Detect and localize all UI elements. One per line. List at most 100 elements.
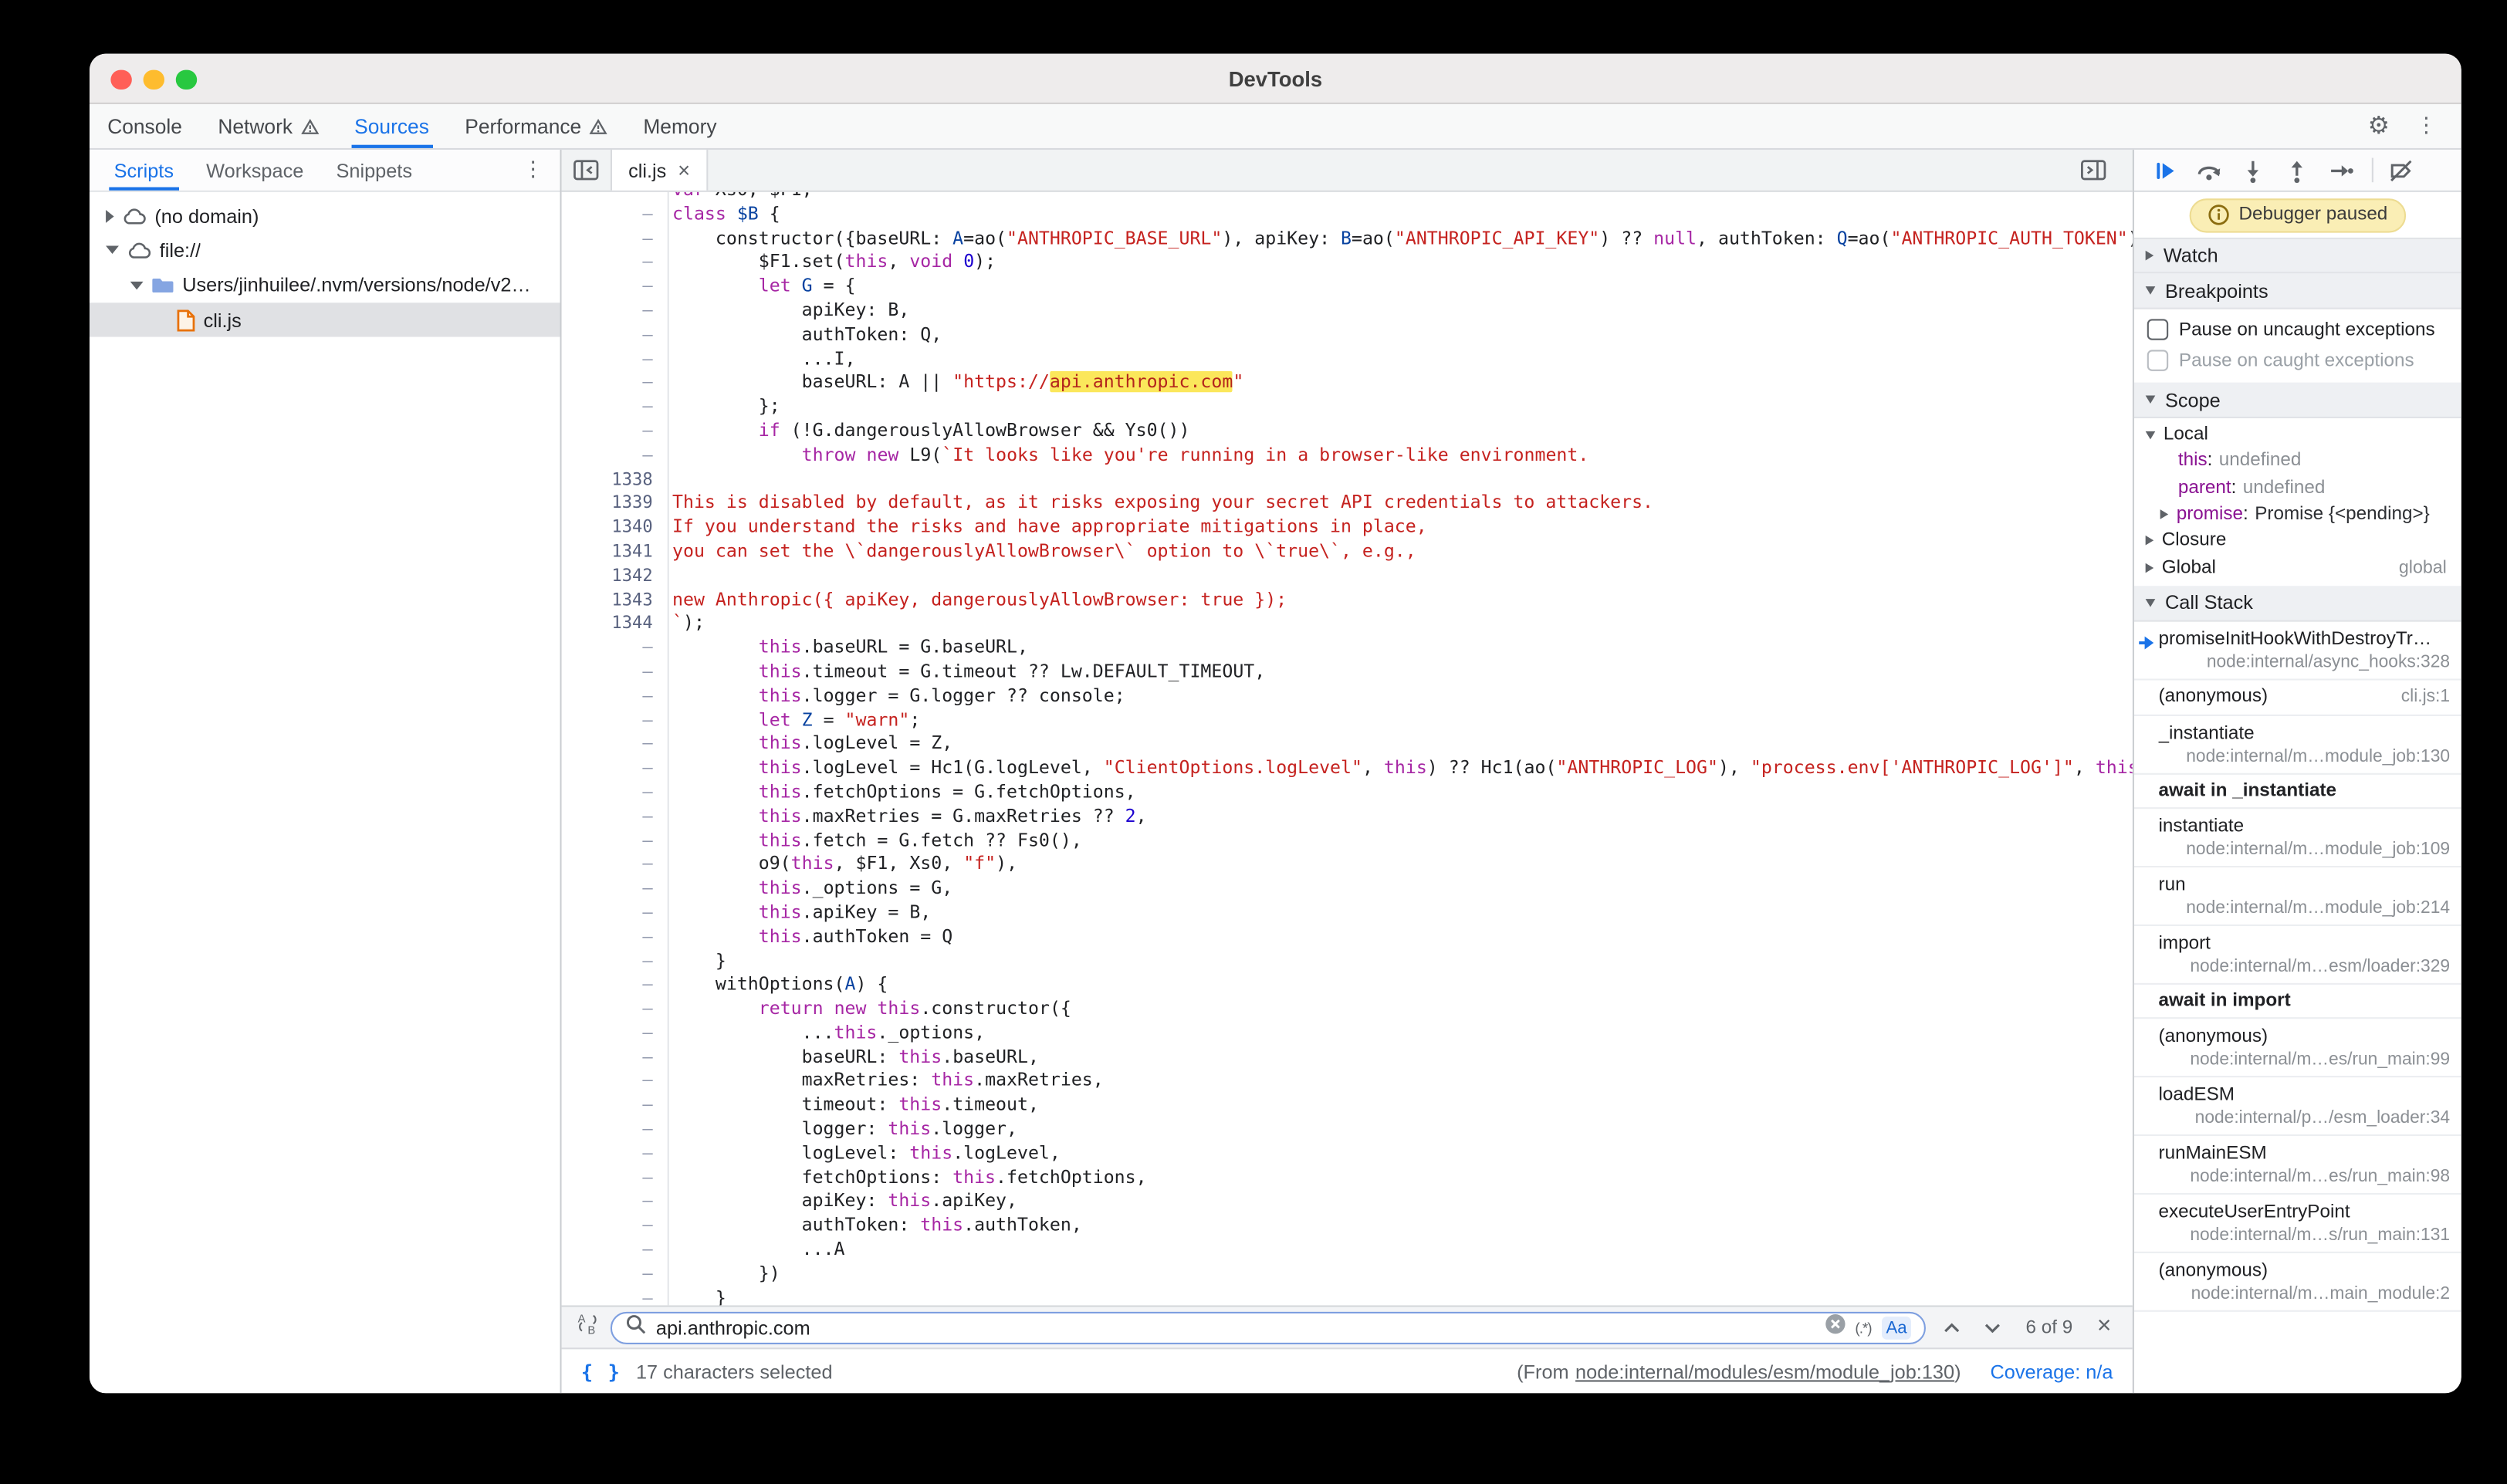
line-number[interactable]: – — [562, 709, 668, 733]
line-number[interactable]: 1341 — [562, 540, 668, 564]
close-window-button[interactable] — [110, 69, 130, 90]
code-text[interactable]: this.fetchOptions = G.fetchOptions, — [668, 781, 1136, 805]
code-text[interactable]: this.authToken = Q — [668, 925, 953, 949]
callstack-frame-anonymous[interactable]: (anonymous)node:internal/m…main_module:2 — [2134, 1252, 2461, 1311]
callstack-frame-anonymous[interactable]: (anonymous)cli.js:1 — [2134, 680, 2461, 715]
line-number[interactable]: – — [562, 781, 668, 805]
line-number[interactable]: – — [562, 805, 668, 829]
tree-item-file[interactable]: file:// — [90, 233, 560, 268]
line-number[interactable]: – — [562, 757, 668, 781]
step-out-button[interactable] — [2274, 152, 2318, 188]
line-number[interactable]: – — [562, 276, 668, 299]
code-text[interactable]: fetchOptions: this.fetchOptions, — [668, 1166, 1147, 1190]
line-number[interactable]: 1340 — [562, 516, 668, 540]
code-text[interactable]: this.logLevel = Hc1(G.logLevel, "ClientO… — [668, 757, 2133, 781]
callstack-frame-loadesm[interactable]: loadESMnode:internal/p…/esm_loader:34 — [2134, 1077, 2461, 1136]
code-text[interactable] — [668, 564, 672, 588]
disclosure-triangle-icon[interactable] — [130, 281, 144, 289]
code-text[interactable]: new Anthropic({ apiKey, dangerouslyAllow… — [668, 589, 1287, 613]
code-text[interactable]: authToken: this.authToken, — [668, 1215, 1082, 1239]
code-text[interactable]: baseURL: this.baseURL, — [668, 1046, 1039, 1070]
checkbox-icon[interactable] — [2147, 319, 2167, 340]
panel-tab-memory[interactable]: Memory — [625, 104, 735, 148]
code-text[interactable]: let G = { — [668, 276, 856, 299]
search-query-text[interactable]: api.anthropic.com — [656, 1316, 1815, 1339]
code-text[interactable]: withOptions(A) { — [668, 974, 888, 998]
code-text[interactable]: authToken: Q, — [668, 323, 942, 347]
previous-match-icon[interactable] — [1938, 1313, 1967, 1342]
code-text[interactable]: o9(this, $F1, Xs0, "f"), — [668, 854, 1017, 877]
pretty-print-icon[interactable]: { } — [581, 1360, 621, 1383]
line-number[interactable]: 1338 — [562, 468, 668, 492]
code-text[interactable]: you can set the \`dangerouslyAllowBrowse… — [668, 540, 1416, 564]
callstack-frame-runmainesm[interactable]: runMainESMnode:internal/m…es/run_main:98 — [2134, 1136, 2461, 1195]
line-number[interactable]: – — [562, 192, 668, 203]
code-text[interactable]: apiKey: this.apiKey, — [668, 1191, 1017, 1215]
code-text[interactable]: this.logLevel = Z, — [668, 733, 953, 757]
line-number[interactable]: 1344 — [562, 613, 668, 637]
code-text[interactable]: this.timeout = G.timeout ?? Lw.DEFAULT_T… — [668, 661, 1266, 685]
next-match-icon[interactable] — [1978, 1313, 2008, 1342]
code-text[interactable]: ...A — [668, 1239, 845, 1263]
checkbox-icon[interactable] — [2147, 350, 2167, 370]
line-number[interactable]: – — [562, 396, 668, 420]
clear-search-icon[interactable] — [1824, 1313, 1845, 1342]
navigator-tab-scripts[interactable]: Scripts — [98, 150, 191, 191]
watch-section-header[interactable]: Watch — [2134, 238, 2461, 273]
line-number[interactable]: 1339 — [562, 492, 668, 516]
tree-item-cli-js[interactable]: cli.js — [90, 303, 560, 337]
code-text[interactable]: let Z = "warn"; — [668, 709, 921, 733]
code-text[interactable]: var Xs0, $F1; — [668, 192, 813, 203]
code-text[interactable]: this.logger = G.logger ?? console; — [668, 685, 1125, 708]
code-text[interactable]: class $B { — [668, 203, 780, 227]
breakpoint-toggle-pause-on-uncaught-exceptions[interactable]: Pause on uncaught exceptions — [2134, 314, 2461, 345]
code-text[interactable]: } — [668, 950, 726, 974]
callstack-section-header[interactable]: Call Stack — [2134, 586, 2461, 621]
disclosure-triangle-icon[interactable] — [106, 209, 114, 222]
code-text[interactable]: } — [668, 1286, 726, 1305]
source-code-editor[interactable]: –var Xs0, $F1;–class $B {– constructor({… — [562, 192, 2133, 1306]
code-text[interactable]: this._options = G, — [668, 877, 953, 901]
line-number[interactable]: 1343 — [562, 589, 668, 613]
code-text[interactable]: logger: this.logger, — [668, 1118, 1017, 1142]
panel-tab-performance[interactable]: Performance — [447, 104, 625, 148]
line-number[interactable]: – — [562, 637, 668, 661]
code-text[interactable]: this.baseURL = G.baseURL, — [668, 637, 1028, 661]
navigator-tab-workspace[interactable]: Workspace — [190, 150, 320, 191]
line-number[interactable]: – — [562, 1046, 668, 1070]
code-text[interactable]: }; — [668, 396, 780, 420]
disclosure-triangle-icon[interactable] — [106, 246, 119, 255]
callstack-frame-import[interactable]: importnode:internal/m…esm/loader:329 — [2134, 926, 2461, 985]
resume-script-button[interactable] — [2142, 152, 2186, 188]
step-over-button[interactable] — [2186, 152, 2230, 188]
line-number[interactable]: – — [562, 1142, 668, 1166]
navigator-menu-kebab-icon[interactable]: ⋮ — [523, 150, 560, 191]
step-button[interactable] — [2318, 152, 2362, 188]
line-number[interactable]: – — [562, 444, 668, 468]
main-menu-kebab-icon[interactable]: ⋮ — [2416, 116, 2437, 137]
code-text[interactable]: if (!G.dangerouslyAllowBrowser && Ys0()) — [668, 420, 1190, 444]
tree-item-no-domain[interactable]: (no domain) — [90, 198, 560, 233]
code-text[interactable]: timeout: this.timeout, — [668, 1094, 1039, 1118]
line-number[interactable]: – — [562, 252, 668, 276]
line-number[interactable]: – — [562, 1094, 668, 1118]
code-text[interactable] — [668, 468, 672, 492]
code-text[interactable]: ...I, — [668, 347, 856, 371]
replace-toggle-icon[interactable]: AB — [577, 1312, 600, 1343]
scope-variable-parent[interactable]: parent:undefined — [2134, 475, 2461, 501]
close-search-icon[interactable]: × — [2090, 1313, 2117, 1341]
scope-closure-row[interactable]: Closure — [2134, 528, 2461, 554]
line-number[interactable]: – — [562, 877, 668, 901]
line-number[interactable]: – — [562, 1263, 668, 1286]
callstack-frame-anonymous[interactable]: (anonymous)node:internal/m…es/run_main:9… — [2134, 1019, 2461, 1077]
line-number[interactable]: – — [562, 1118, 668, 1142]
line-number[interactable]: – — [562, 372, 668, 396]
line-number[interactable]: – — [562, 1191, 668, 1215]
line-number[interactable]: – — [562, 950, 668, 974]
match-case-toggle-icon[interactable]: Aa — [1881, 1316, 1912, 1339]
code-text[interactable]: If you understand the risks and have app… — [668, 516, 1427, 540]
callstack-frame-promiseinithookwithdestroytr[interactable]: promiseInitHookWithDestroyTr…node:intern… — [2134, 621, 2461, 680]
line-number[interactable]: – — [562, 347, 668, 371]
navigator-tab-snippets[interactable]: Snippets — [320, 150, 428, 191]
callstack-frame-instantiate[interactable]: _instantiatenode:internal/m…module_job:1… — [2134, 715, 2461, 774]
